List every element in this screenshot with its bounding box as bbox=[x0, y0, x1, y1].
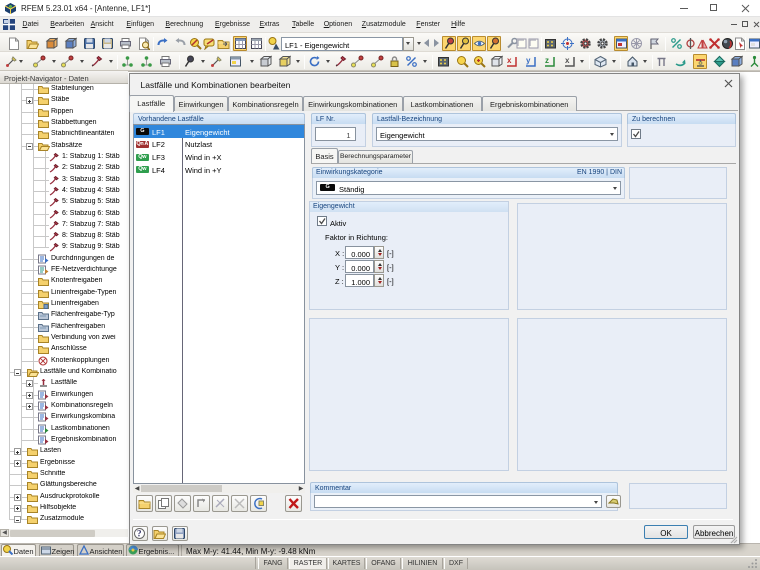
svg-text:?: ? bbox=[137, 529, 142, 539]
svg-text:z: z bbox=[545, 56, 549, 65]
svg-text:x: x bbox=[565, 56, 570, 65]
svg-text:y: y bbox=[526, 56, 531, 65]
svg-text:x: x bbox=[507, 56, 512, 65]
